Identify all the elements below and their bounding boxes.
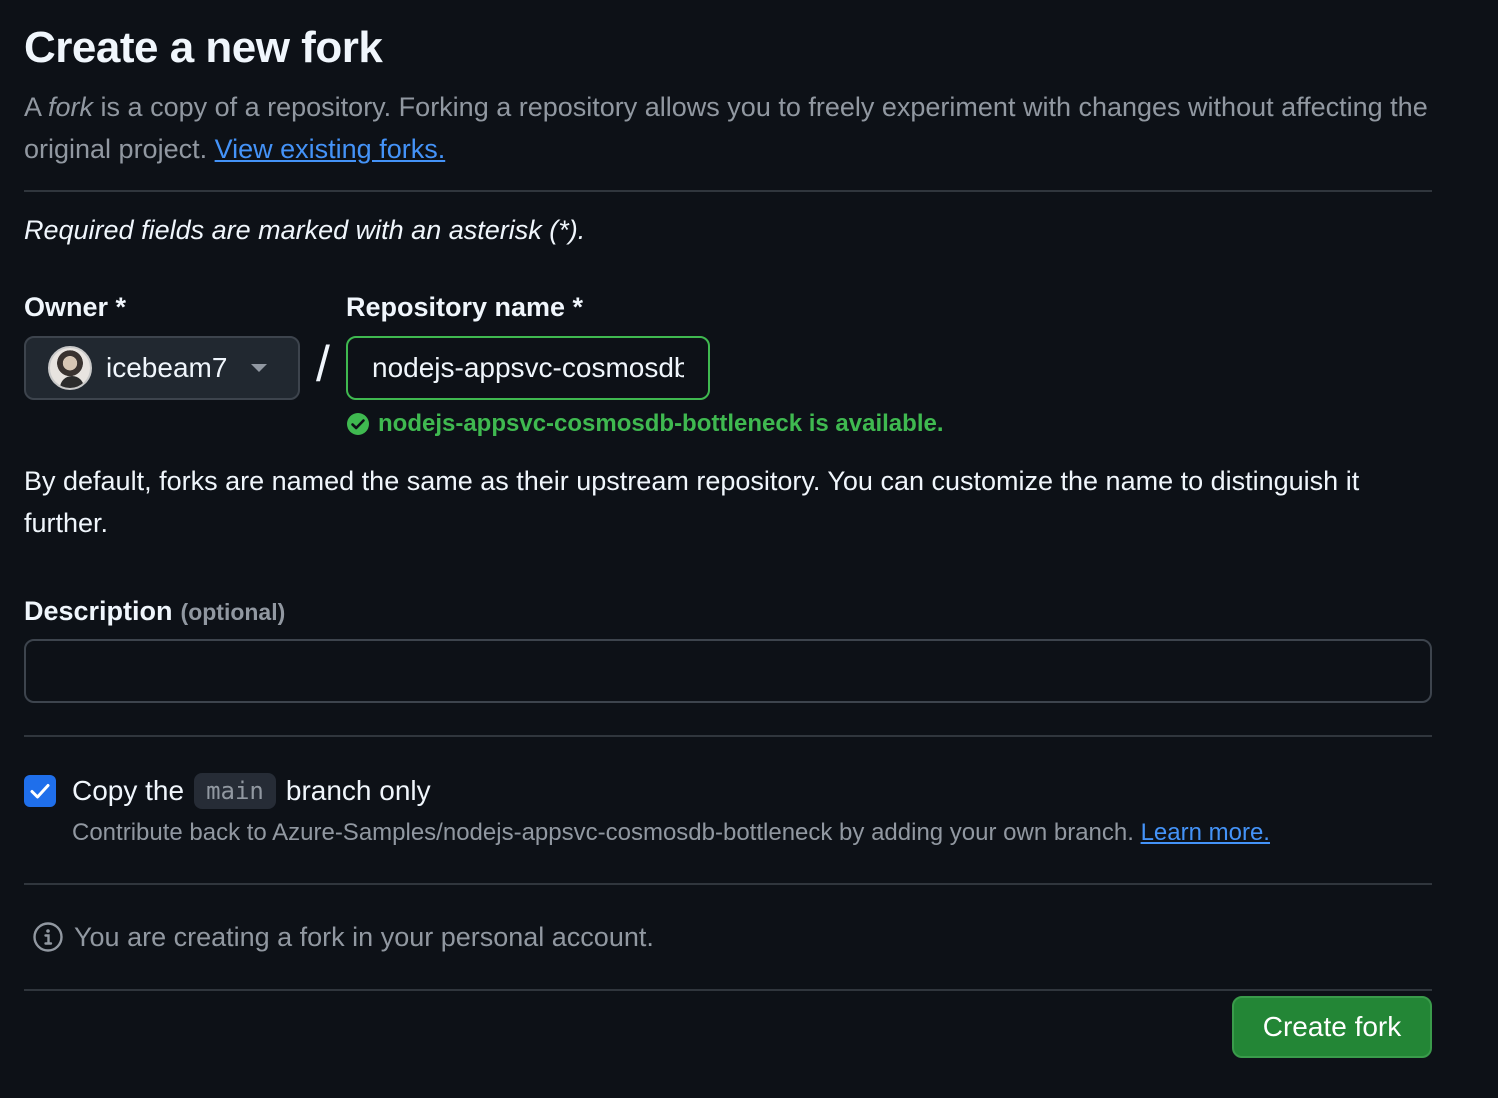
divider xyxy=(24,989,1432,991)
divider xyxy=(24,883,1432,885)
fork-form: Create a new fork A fork is a copy of a … xyxy=(24,0,1432,991)
divider xyxy=(24,735,1432,737)
fork-page: Create a new fork A fork is a copy of a … xyxy=(0,0,1498,1098)
page-title: Create a new fork xyxy=(24,23,383,72)
naming-hint: By default, forks are named the same as … xyxy=(24,466,1360,538)
required-fields-note: Required fields are marked with an aster… xyxy=(24,215,586,245)
learn-more-link[interactable]: Learn more. xyxy=(1141,819,1270,846)
avatar xyxy=(48,346,92,390)
page-subtitle: A fork is a copy of a repository. Forkin… xyxy=(24,92,1428,164)
owner-name: icebeam7 xyxy=(106,352,228,383)
check-circle-icon xyxy=(347,413,369,435)
availability-text: nodejs-appsvc-cosmosdb-bottleneck is ava… xyxy=(378,410,944,437)
repository-name-field: Repository name * nodejs-appsvc-cosmosdb… xyxy=(346,290,1046,438)
repository-name-input[interactable] xyxy=(346,336,710,400)
owner-field: Owner * icebeam7 xyxy=(24,290,300,400)
availability-status: nodejs-appsvc-cosmosdb-bottleneck is ava… xyxy=(346,410,1046,438)
chevron-down-icon xyxy=(251,364,268,372)
description-label-row: Description (optional) xyxy=(24,596,1432,627)
owner-repo-row: Owner * icebeam7 / Repository name * nod… xyxy=(24,290,1432,438)
personal-account-info: You are creating a fork in your personal… xyxy=(24,921,1432,953)
checkmark-icon xyxy=(30,784,50,799)
create-fork-button[interactable]: Create fork xyxy=(1232,996,1432,1058)
owner-dropdown[interactable]: icebeam7 xyxy=(24,336,300,400)
description-input[interactable] xyxy=(24,639,1432,703)
description-label: Description xyxy=(24,596,173,626)
copy-branch-option: Copy the main branch only xyxy=(24,773,1432,809)
info-icon xyxy=(33,922,63,952)
info-text: You are creating a fork in your personal… xyxy=(74,921,654,952)
divider xyxy=(24,190,1432,192)
owner-label: Owner * xyxy=(24,292,127,322)
optional-label: (optional) xyxy=(180,599,286,625)
repository-name-label: Repository name * xyxy=(346,292,584,322)
view-existing-forks-link[interactable]: View existing forks. xyxy=(215,134,446,164)
branch-name-code: main xyxy=(194,773,276,809)
copy-branch-label[interactable]: Copy the main branch only xyxy=(72,773,431,809)
copy-branch-description: Contribute back to Azure-Samples/nodejs-… xyxy=(72,819,1270,846)
owner-repo-separator: / xyxy=(316,336,330,392)
copy-main-branch-checkbox[interactable] xyxy=(24,775,56,807)
